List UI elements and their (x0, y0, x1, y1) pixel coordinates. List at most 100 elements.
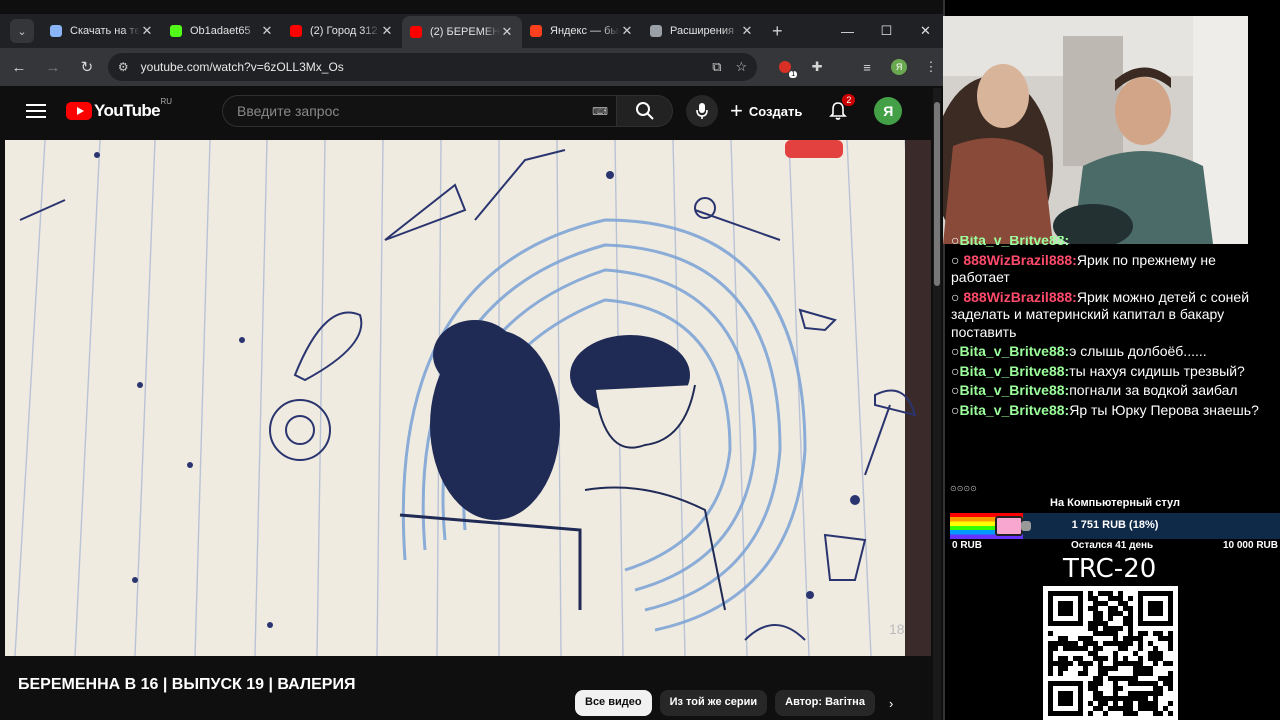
goal-divider: ⊙⊙⊙⊙ (950, 484, 977, 493)
chat-text: ты нахуя сидишь трезвый? (1069, 362, 1245, 379)
close-tab-icon[interactable]: ✕ (380, 23, 394, 39)
profile-button[interactable]: Я (885, 53, 913, 81)
tab-search-button[interactable]: ⌄ (10, 19, 34, 43)
browser-toolbar: ← → ↻ ⚙ youtube.com/watch?v=6zOLL3Mx_Os … (0, 48, 943, 86)
close-tab-icon[interactable]: ✕ (500, 24, 514, 40)
youtube-icon (290, 25, 302, 37)
chat-nick: Bita_v_Britve88: (959, 401, 1070, 418)
search-input[interactable] (237, 103, 593, 119)
puzzle-icon (650, 25, 662, 37)
goal-title: На Компьютерный стул (1050, 497, 1180, 509)
chat-bullet-icon: ○ (951, 288, 964, 305)
notification-count: 2 (841, 93, 857, 107)
extension-badge: 1 (789, 71, 798, 78)
youtube-wordmark: YouTube (94, 101, 161, 120)
tab-strip: ⌄ Скачать на телефон✕Ob1adaet65✕(2) Горо… (0, 14, 943, 48)
address-bar[interactable]: ⚙ youtube.com/watch?v=6zOLL3Mx_Os ⧉ ☆ (107, 53, 758, 81)
youtube-logo[interactable]: YouTube RU (66, 97, 172, 121)
plus-icon: + (730, 98, 743, 123)
page-icon (50, 25, 62, 37)
minimize-button[interactable]: — (828, 14, 867, 48)
chat-nick: Bita_v_Britve88: (959, 236, 1070, 248)
video-player[interactable]: 18 (5, 140, 931, 656)
new-tab-button[interactable]: + (772, 21, 783, 42)
site-info-icon[interactable]: ⚙ (118, 60, 129, 74)
chevron-right-icon[interactable]: › (889, 690, 893, 716)
close-tab-icon[interactable]: ✕ (140, 23, 154, 39)
window-controls: — ☐ ✕ (828, 14, 943, 48)
notifications-button[interactable]: 2 (826, 93, 857, 123)
voice-search-button[interactable] (686, 95, 718, 127)
filter-chip[interactable]: Из той же серии (659, 690, 768, 716)
donation-qr-code (1043, 586, 1178, 720)
browser-menu-button[interactable]: ⋮ (917, 53, 943, 81)
chevron-down-icon: ⌄ (17, 25, 27, 38)
browser-tab[interactable]: Скачать на телефон✕ (42, 16, 162, 46)
reload-button[interactable]: ↻ (72, 52, 102, 82)
chat-message: ○Bita_v_Britve88:э слышь долбоёб...... (948, 342, 1280, 362)
browser-tab[interactable]: (2) Город 312 ✕ (282, 16, 402, 46)
chat-bullet-icon: ○ (951, 251, 964, 268)
tab-title: Скачать на телефон (70, 25, 140, 37)
search-button[interactable] (617, 95, 673, 127)
url-text[interactable]: youtube.com/watch?v=6zOLL3Mx_Os (141, 60, 699, 74)
tab-list: Скачать на телефон✕Ob1adaet65✕(2) Город … (42, 14, 762, 48)
qr-code-image (1048, 591, 1173, 716)
youtube-header: YouTube RU ⌨ + Создать 2 Я (0, 86, 943, 136)
close-icon: ✕ (920, 23, 931, 38)
filter-chip[interactable]: Автор: Вагітна (775, 690, 875, 716)
chat-text: Яр ты Юрку Перова знаешь? (1069, 401, 1259, 418)
yandex-icon (530, 25, 542, 37)
minimize-icon: — (841, 23, 854, 39)
chat-nick: 888WizBrazil888: (963, 288, 1077, 305)
arrow-right-icon: → (45, 58, 61, 76)
scrollbar-thumb[interactable] (934, 102, 940, 286)
close-window-button[interactable]: ✕ (906, 14, 943, 48)
chat-nick: Bita_v_Britve88: (959, 343, 1070, 359)
close-tab-icon[interactable]: ✕ (260, 23, 274, 39)
webcam-overlay (943, 16, 1248, 244)
tab-title: Яндекс — быстрый поиск (550, 25, 620, 37)
browser-tab[interactable]: (2) БЕРЕМЕННА✕ (402, 16, 522, 48)
bookmark-star-icon[interactable]: ☆ (736, 59, 748, 75)
back-button[interactable]: ← (4, 52, 34, 82)
kick-icon (170, 25, 182, 37)
crypto-network-label: TRC-20 (1063, 554, 1157, 584)
chat-nick: 888WizBrazil888: (963, 251, 1077, 268)
close-tab-icon[interactable]: ✕ (620, 23, 634, 39)
create-label: Создать (748, 103, 803, 119)
youtube-play-icon (66, 102, 92, 120)
install-app-icon[interactable]: ⧉ (712, 59, 721, 75)
search-icon (635, 102, 654, 120)
menu-icon[interactable] (26, 104, 46, 118)
extensions-menu-button[interactable]: ✚ (803, 53, 831, 81)
goal-info-row: 0 RUB Остался 41 день 10 000 RUB (950, 540, 1280, 554)
reading-list-button[interactable]: ≡ (853, 53, 881, 81)
browser-tab[interactable]: Расширения ✕ (642, 16, 762, 46)
video-frame-sketch: 18 (5, 140, 931, 656)
youtube-icon (410, 26, 422, 38)
extension-button[interactable]: 1 (771, 53, 799, 81)
goal-progress-bar: 1 751 RUB (18%) (950, 513, 1280, 539)
browser-window: ⌄ Скачать на телефон✕Ob1adaet65✕(2) Горо… (0, 0, 945, 720)
chat-message: ○ 888WizBrazil888:Ярик можно детей с сон… (948, 288, 1280, 343)
close-tab-icon[interactable]: ✕ (740, 23, 754, 39)
video-title[interactable]: БЕРЕМЕННА В 16 | ВЫПУСК 19 | ВАЛЕРИЯ (18, 676, 355, 694)
country-code: RU (160, 97, 172, 106)
reading-list-icon: ≡ (863, 59, 871, 75)
maximize-icon: ☐ (880, 23, 893, 38)
tab-title: (2) БЕРЕМЕННА (430, 26, 500, 38)
page-scrollbar[interactable] (933, 88, 941, 720)
maximize-button[interactable]: ☐ (867, 14, 906, 48)
keyboard-icon[interactable]: ⌨ (592, 105, 608, 118)
browser-tab[interactable]: Ob1adaet65 ✕ (162, 16, 282, 46)
chat-text: погнали за водкой заибал (1069, 382, 1238, 398)
microphone-icon (696, 103, 708, 119)
chat-message: ○ 888WizBrazil888:Ярик по прежнему не ра… (948, 251, 1280, 288)
create-button[interactable]: + Создать (730, 98, 802, 124)
account-avatar[interactable]: Я (874, 97, 903, 125)
related-filter-chips: Все видео Из той же серии Автор: Вагітна › (575, 690, 893, 716)
filter-chip[interactable]: Все видео (575, 690, 652, 716)
forward-button[interactable]: → (38, 52, 68, 82)
browser-tab[interactable]: Яндекс — быстрый поиск✕ (522, 16, 642, 46)
